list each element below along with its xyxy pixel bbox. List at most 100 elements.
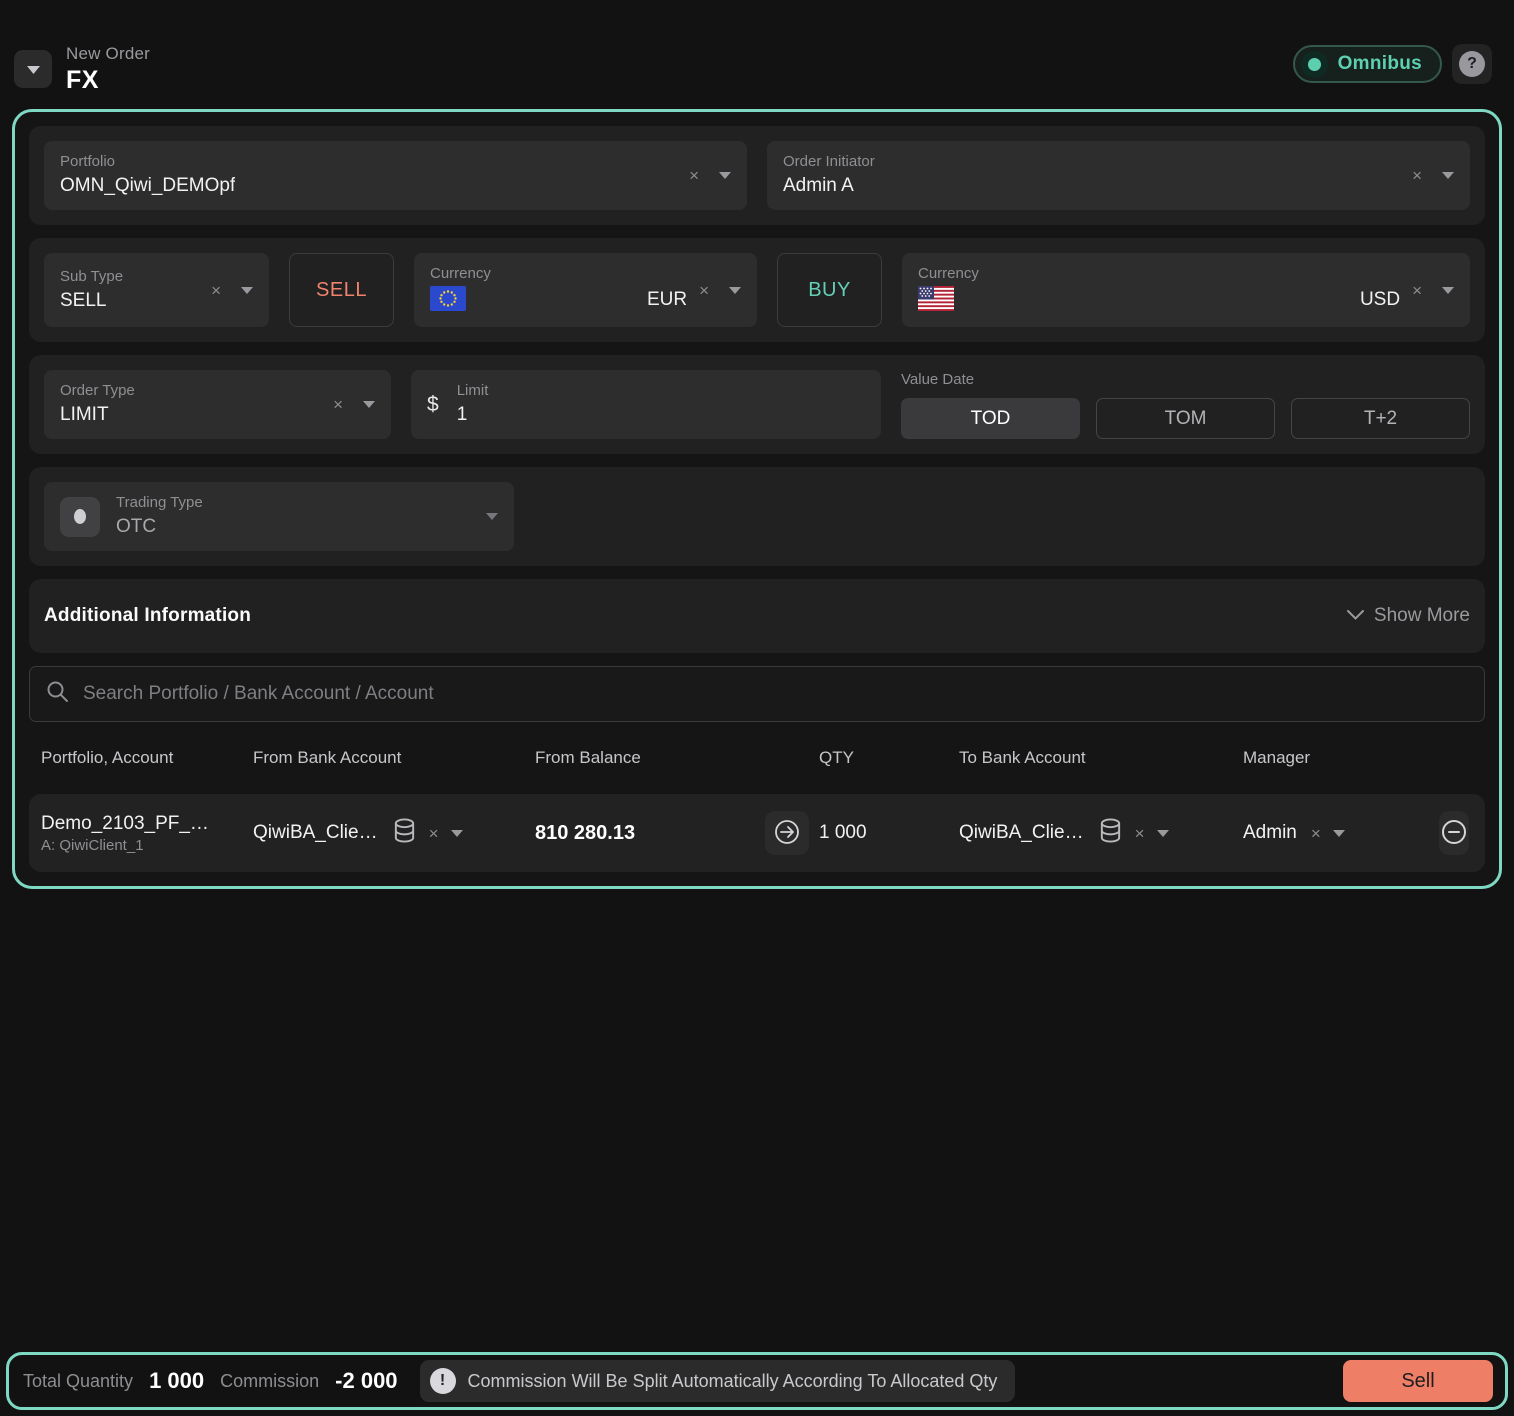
chevron-down-icon[interactable] [486,513,498,520]
clear-icon[interactable]: × [1412,167,1422,184]
chevron-down-icon [1347,607,1364,625]
omnibus-label: Omnibus [1338,53,1422,75]
column-qty: QTY [819,748,959,768]
clear-icon[interactable]: × [429,825,439,842]
clear-icon[interactable]: × [689,167,699,184]
qty-cell[interactable]: 1 000 [819,822,959,844]
chevron-down-icon[interactable] [363,401,375,408]
eu-flag-icon [430,286,466,316]
order-form-panel: Portfolio OMN_Qiwi_DEMOpf × Order Initia… [12,109,1502,889]
minus-circle-icon [1439,817,1469,850]
sell-side-button[interactable]: SELL [289,253,394,327]
order-type-label: Order Type [60,381,135,401]
sell-currency-value: EUR [647,289,687,311]
clear-icon[interactable]: × [1135,825,1145,842]
portfolio-row: Portfolio OMN_Qiwi_DEMOpf × Order Initia… [29,126,1485,225]
column-to-bank-account: To Bank Account [959,748,1243,768]
column-portfolio-account: Portfolio, Account [41,748,253,768]
value-date-t2-button[interactable]: T+2 [1291,398,1470,439]
chevron-down-icon[interactable] [241,287,253,294]
column-from-balance: From Balance [535,748,819,768]
commission-notice-text: Commission Will Be Split Automatically A… [468,1371,998,1392]
chevron-down-icon[interactable] [729,287,741,294]
chevron-down-icon[interactable] [1157,830,1169,837]
manager-cell[interactable]: Admin × [1243,822,1457,844]
show-more-toggle[interactable]: Show More [1347,605,1470,627]
limit-value: 1 [457,401,489,428]
sell-currency-label: Currency [430,264,687,284]
trading-type-select[interactable]: Trading Type OTC [44,482,514,551]
commission-label: Commission [220,1371,319,1392]
limit-label: Limit [457,381,489,401]
chevron-down-icon[interactable] [1333,830,1345,837]
value-date-group: Value Date TOD TOM T+2 [901,370,1470,439]
table-row: Demo_2103_PF_… A: QiwiClient_1 QiwiBA_Cl… [29,794,1485,872]
page-title: FX [66,66,150,95]
sub-type-select[interactable]: Sub Type SELL × [44,253,269,327]
sub-type-value: SELL [60,287,123,314]
header-right: Omnibus ? [1293,44,1492,84]
question-mark-icon: ? [1459,51,1485,77]
remove-row-button[interactable] [1439,811,1469,855]
from-balance-cell: 810 280.13 [535,811,819,855]
order-type-select[interactable]: Order Type LIMIT × [44,370,391,439]
order-subtitle: New Order [66,44,150,64]
clear-icon[interactable]: × [699,282,709,299]
chevron-down-icon[interactable] [719,172,731,179]
us-flag-icon [918,286,954,316]
value-date-tod-button[interactable]: TOD [901,398,1080,439]
column-from-bank-account: From Bank Account [253,748,535,768]
trading-type-label: Trading Type [116,493,203,513]
allocation-search[interactable] [29,666,1485,722]
show-more-label: Show More [1374,605,1470,627]
value-date-label: Value Date [901,370,1470,390]
limit-price-input[interactable]: $ Limit 1 [411,370,881,439]
chevron-down-icon[interactable] [1442,172,1454,179]
chevron-down-icon [27,62,40,77]
apply-balance-button[interactable] [765,811,809,855]
portfolio-account-cell: Demo_2103_PF_… A: QiwiClient_1 [41,813,253,854]
clear-icon[interactable]: × [1412,282,1422,299]
chevron-down-icon[interactable] [451,830,463,837]
help-button[interactable]: ? [1452,44,1492,84]
qty-value: 1 000 [819,822,867,844]
title-block: New Order FX [66,44,150,95]
portfolio-label: Portfolio [60,152,235,172]
trading-type-value: OTC [116,513,203,540]
search-input[interactable] [83,683,1468,705]
clear-icon[interactable]: × [333,396,343,413]
order-initiator-label: Order Initiator [783,152,875,172]
sub-type-label: Sub Type [60,267,123,287]
database-icon [1098,817,1123,850]
arrow-right-circle-icon [772,817,802,850]
order-type-value: LIMIT [60,401,135,428]
order-initiator-select[interactable]: Order Initiator Admin A × [767,141,1470,210]
portfolio-value: OMN_Qiwi_DEMOpf [60,172,235,199]
to-bank-account-cell[interactable]: QiwiBA_Clie… × [959,817,1243,850]
clear-icon[interactable]: × [211,282,221,299]
to-bank-account-value: QiwiBA_Clie… [959,822,1084,844]
row-portfolio-name: Demo_2103_PF_… [41,813,209,835]
sell-submit-button[interactable]: Sell [1343,1360,1493,1402]
portfolio-select[interactable]: Portfolio OMN_Qiwi_DEMOpf × [44,141,747,210]
chevron-down-icon[interactable] [1442,287,1454,294]
sell-currency-select[interactable]: Currency [414,253,757,327]
collapse-order-button[interactable] [14,50,52,88]
total-quantity-value: 1 000 [149,1368,204,1394]
omnibus-toggle[interactable]: Omnibus [1293,45,1442,83]
from-bank-account-cell[interactable]: QiwiBA_Clie… × [253,817,535,850]
additional-information-section: Additional Information Show More [29,579,1485,653]
buy-side-button[interactable]: BUY [777,253,882,327]
buy-currency-select[interactable]: Currency [902,253,1470,327]
buy-currency-value: USD [1360,289,1400,311]
row-account-name: A: QiwiClient_1 [41,837,209,854]
radio-dot-icon [60,497,100,537]
commission-value: -2 000 [335,1368,397,1394]
order-initiator-value: Admin A [783,172,875,199]
commission-notice: ! Commission Will Be Split Automatically… [420,1360,1016,1402]
search-icon [46,680,69,708]
page-header: New Order FX Omnibus ? [0,0,1514,95]
from-balance-value: 810 280.13 [535,822,635,845]
value-date-tom-button[interactable]: TOM [1096,398,1275,439]
clear-icon[interactable]: × [1311,825,1321,842]
